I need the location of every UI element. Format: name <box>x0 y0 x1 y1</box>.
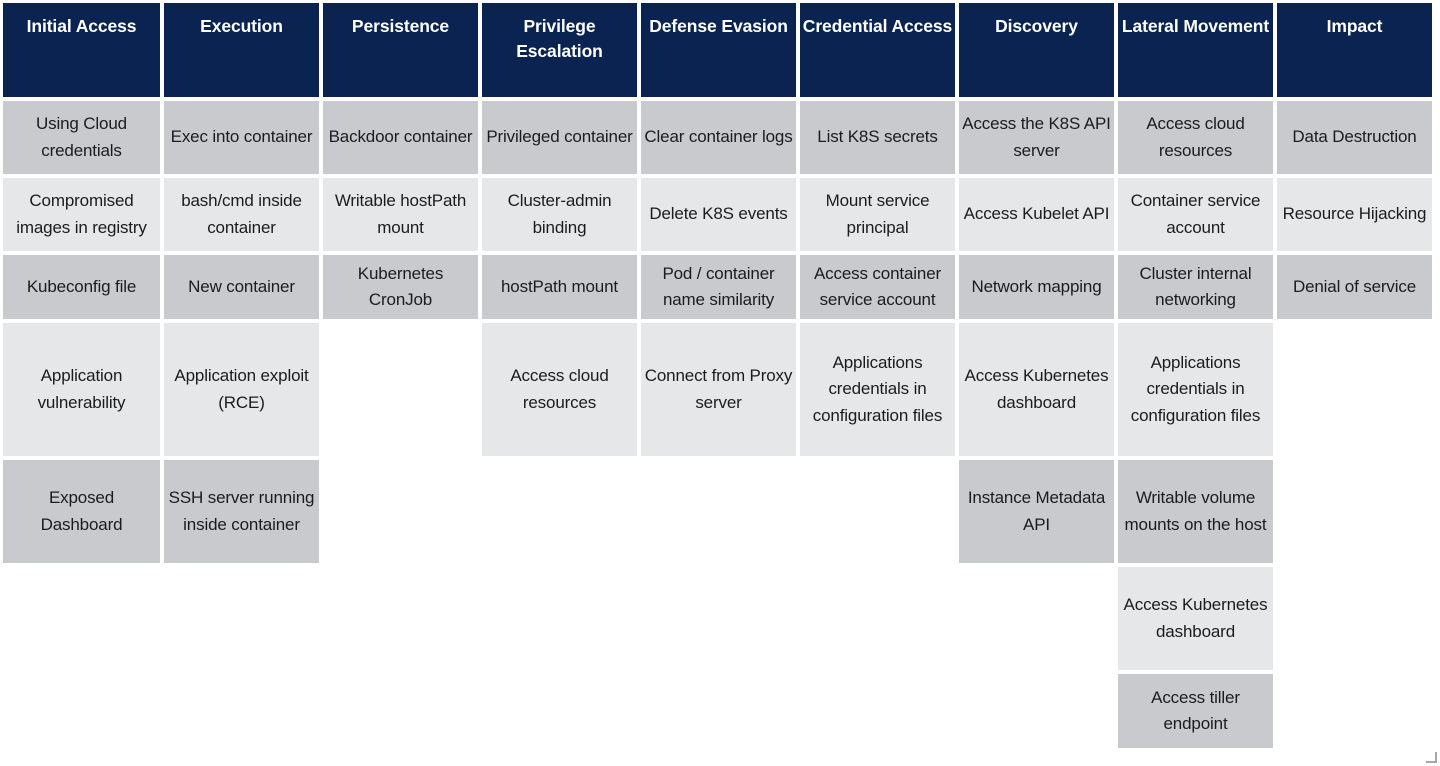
technique-cell-empty <box>482 460 637 563</box>
technique-cell[interactable]: Access cloud resources <box>1118 101 1273 174</box>
technique-cell[interactable]: Access tiller endpoint <box>1118 674 1273 748</box>
technique-cell[interactable]: Network mapping <box>959 255 1114 319</box>
technique-cell-empty <box>323 567 478 670</box>
technique-cell-empty <box>323 460 478 563</box>
column-header-initial-access: Initial Access <box>3 3 160 97</box>
column-header-lateral-movement: Lateral Movement <box>1118 3 1273 97</box>
matrix-grid: Initial Access Using Cloud credentials Com… <box>3 3 1433 752</box>
technique-cell[interactable]: Instance Metadata API <box>959 460 1114 563</box>
column-header-execution: Execution <box>164 3 319 97</box>
technique-cell[interactable]: Resource Hijacking <box>1277 178 1432 251</box>
matrix-column-credential-access: Credential Access List K8S secrets Mount s… <box>800 3 959 752</box>
technique-cell[interactable]: Access the K8S API server <box>959 101 1114 174</box>
technique-cell[interactable]: Cluster-admin binding <box>482 178 637 251</box>
technique-cell[interactable]: Privileged container <box>482 101 637 174</box>
technique-cell-empty <box>1277 567 1432 670</box>
matrix-column-privilege-escalation: Privilege Escalation Privileged container… <box>482 3 641 752</box>
technique-cell-empty <box>641 674 796 748</box>
technique-cell[interactable]: Kubernetes CronJob <box>323 255 478 319</box>
technique-cell[interactable]: Connect from Proxy server <box>641 323 796 456</box>
technique-cell[interactable]: Clear container logs <box>641 101 796 174</box>
matrix-column-persistence: Persistence Backdoor container Writable ho… <box>323 3 482 752</box>
technique-cell[interactable]: Compromised images in registry <box>3 178 160 251</box>
technique-cell-empty <box>1277 323 1432 456</box>
technique-cell[interactable]: Data Destruction <box>1277 101 1432 174</box>
technique-cell[interactable]: Delete K8S events <box>641 178 796 251</box>
matrix-column-execution: Execution Exec into container bash/cmd ins… <box>164 3 323 752</box>
column-header-discovery: Discovery <box>959 3 1114 97</box>
technique-cell[interactable]: Application exploit (RCE) <box>164 323 319 456</box>
column-header-defense-evasion: Defense Evasion <box>641 3 796 97</box>
technique-cell[interactable]: Access Kubelet API <box>959 178 1114 251</box>
technique-cell[interactable]: Cluster internal networking <box>1118 255 1273 319</box>
technique-cell[interactable]: Application vulnerability <box>3 323 160 456</box>
technique-cell-empty <box>800 567 955 670</box>
matrix-column-discovery: Discovery Access the K8S API server Access… <box>959 3 1118 752</box>
technique-cell[interactable]: Mount service principal <box>800 178 955 251</box>
technique-cell-empty <box>164 567 319 670</box>
technique-cell[interactable]: Denial of service <box>1277 255 1432 319</box>
technique-cell[interactable]: Backdoor container <box>323 101 478 174</box>
matrix-column-impact: Impact Data Destruction Resource Hijacking… <box>1277 3 1436 752</box>
technique-cell[interactable]: SSH server running inside container <box>164 460 319 563</box>
technique-cell-empty <box>1277 674 1432 748</box>
matrix-column-defense-evasion: Defense Evasion Clear container logs Delet… <box>641 3 800 752</box>
resize-handle-artifact <box>1426 752 1437 763</box>
technique-cell[interactable]: Exec into container <box>164 101 319 174</box>
technique-cell-empty <box>800 460 955 563</box>
technique-cell[interactable]: Access cloud resources <box>482 323 637 456</box>
technique-cell[interactable]: Pod / container name similarity <box>641 255 796 319</box>
column-header-persistence: Persistence <box>323 3 478 97</box>
technique-cell-empty <box>482 567 637 670</box>
technique-cell-empty <box>3 674 160 748</box>
column-header-impact: Impact <box>1277 3 1432 97</box>
technique-cell-empty <box>323 674 478 748</box>
technique-cell[interactable]: Kubeconfig file <box>3 255 160 319</box>
technique-cell[interactable]: Writable volume mounts on the host <box>1118 460 1273 563</box>
technique-cell[interactable]: Container service account <box>1118 178 1273 251</box>
threat-matrix: Initial Access Using Cloud credentials Com… <box>0 0 1440 766</box>
technique-cell[interactable]: Using Cloud credentials <box>3 101 160 174</box>
technique-cell[interactable]: Access Kubernetes dashboard <box>1118 567 1273 670</box>
technique-cell[interactable]: Access container service account <box>800 255 955 319</box>
technique-cell[interactable]: Applications credentials in configuratio… <box>800 323 955 456</box>
technique-cell-empty <box>482 674 637 748</box>
matrix-column-lateral-movement: Lateral Movement Access cloud resources Co… <box>1118 3 1277 752</box>
matrix-column-initial-access: Initial Access Using Cloud credentials Com… <box>3 3 164 752</box>
technique-cell-empty <box>164 674 319 748</box>
technique-cell-empty <box>323 323 478 456</box>
column-header-credential-access: Credential Access <box>800 3 955 97</box>
technique-cell[interactable]: bash/cmd inside container <box>164 178 319 251</box>
technique-cell-empty <box>959 674 1114 748</box>
column-header-privilege-escalation: Privilege Escalation <box>482 3 637 97</box>
technique-cell[interactable]: hostPath mount <box>482 255 637 319</box>
technique-cell-empty <box>959 567 1114 670</box>
technique-cell[interactable]: Applications credentials in configuratio… <box>1118 323 1273 456</box>
technique-cell-empty <box>1277 460 1432 563</box>
technique-cell[interactable]: List K8S secrets <box>800 101 955 174</box>
technique-cell-empty <box>641 567 796 670</box>
technique-cell-empty <box>3 567 160 670</box>
technique-cell[interactable]: Exposed Dashboard <box>3 460 160 563</box>
technique-cell[interactable]: New container <box>164 255 319 319</box>
technique-cell[interactable]: Access Kubernetes dashboard <box>959 323 1114 456</box>
technique-cell[interactable]: Writable hostPath mount <box>323 178 478 251</box>
technique-cell-empty <box>641 460 796 563</box>
technique-cell-empty <box>800 674 955 748</box>
